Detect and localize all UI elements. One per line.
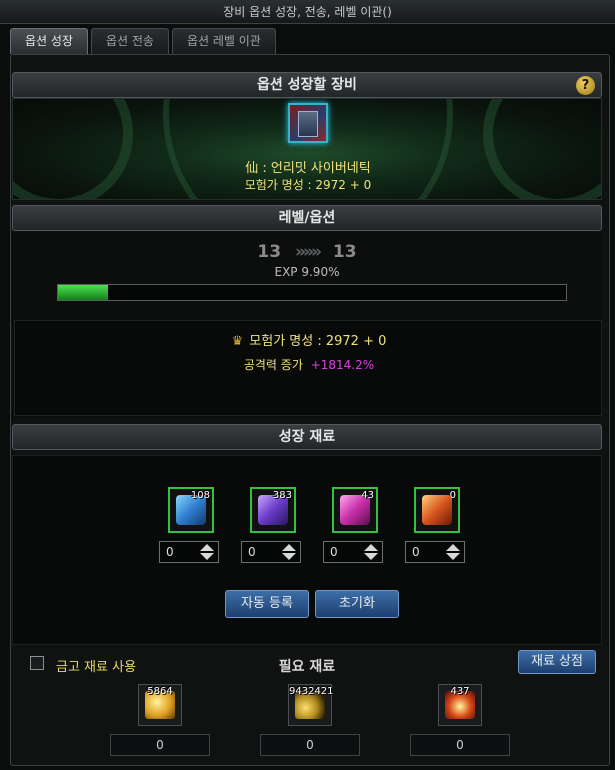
exp-text: EXP 9.90% [274, 265, 340, 279]
material-icon-frame[interactable]: 0 [414, 487, 460, 533]
equip-item-slot[interactable] [288, 103, 328, 143]
equip-fame: 모험가 명성 : 2972 + 0 [244, 178, 372, 192]
quantity-stepper[interactable]: 0 [241, 541, 301, 563]
stepper-value: 0 [330, 545, 338, 559]
required-count: 437 [450, 686, 470, 697]
materials-section-header: 성장 재료 [12, 424, 602, 450]
material-count: 383 [272, 490, 292, 501]
required-count: 9432421 [289, 686, 334, 697]
material-slot: 43 [325, 487, 385, 533]
required-materials-title: 필요 재료 [278, 659, 336, 675]
tab-option-level-transfer[interactable]: 옵션 레벨 이관 [171, 28, 276, 54]
level-section-header: 레벨/옵션 [12, 205, 602, 231]
required-value: 0 [110, 734, 210, 756]
equip-item-name: 仙 : 언리밋 사이버네틱 [245, 161, 371, 176]
required-icon-frame[interactable]: 437 [438, 684, 482, 726]
stepper-up-icon[interactable] [364, 544, 378, 551]
material-shop-button[interactable]: 재료 상점 [518, 650, 596, 674]
material-count: 108 [190, 490, 210, 501]
stepper-value: 0 [166, 545, 174, 559]
auto-register-button[interactable]: 자동 등록 [225, 590, 309, 618]
materials-area: 108 0 383 0 43 0 0 0 자동 등록 초기화 [12, 455, 602, 645]
required-material: 5864 0 [110, 684, 210, 756]
stepper-down-icon[interactable] [446, 553, 460, 560]
required-count: 5864 [147, 686, 173, 697]
stepper-up-icon[interactable] [200, 544, 214, 551]
stepper-down-icon[interactable] [282, 553, 296, 560]
help-icon[interactable]: ? [576, 76, 595, 95]
exp-bar [57, 284, 567, 301]
equip-section-header: 옵션 성장할 장비 ? [12, 72, 602, 98]
stepper-up-icon[interactable] [282, 544, 296, 551]
arrow-right-icon: »»» [295, 242, 322, 262]
fame-crown-icon: ♛ [231, 334, 244, 349]
stepper-value: 0 [412, 545, 420, 559]
material-count: 43 [361, 490, 374, 501]
equip-display: 仙 : 언리밋 사이버네틱 모험가 명성 : 2972 + 0 [12, 98, 602, 200]
attack-value: +1814.2% [310, 358, 375, 372]
required-icon-frame[interactable]: 9432421 [288, 684, 334, 726]
stepper-down-icon[interactable] [364, 553, 378, 560]
stat-box: ♛ 모험가 명성 : 2972 + 0 공격력 증가 +1814.2% [14, 320, 602, 416]
material-slot: 0 [407, 487, 467, 533]
material-slot: 383 [243, 487, 303, 533]
level-from: 13 [257, 242, 282, 262]
material-icon-frame[interactable]: 383 [250, 487, 296, 533]
material-slot: 108 [161, 487, 221, 533]
level-row: 13 »»» 13 [12, 242, 602, 262]
stat-attack-row: 공격력 증가 +1814.2% [15, 356, 603, 373]
orange-crystal-icon [422, 495, 452, 525]
stepper-up-icon[interactable] [446, 544, 460, 551]
quantity-stepper[interactable]: 0 [159, 541, 219, 563]
tab-option-growth[interactable]: 옵션 성장 [10, 28, 88, 54]
required-value: 0 [260, 734, 360, 756]
stepper-value: 0 [248, 545, 256, 559]
exp-bar-fill [58, 285, 109, 300]
tab-bar: 옵션 성장 옵션 전송 옵션 레벨 이관 [10, 28, 276, 54]
stat-fame-text: 모험가 명성 : 2972 + 0 [249, 334, 387, 349]
required-material: 437 0 [410, 684, 510, 756]
required-icon-frame[interactable]: 5864 [138, 684, 182, 726]
stat-fame-row: ♛ 모험가 명성 : 2972 + 0 [15, 330, 603, 349]
window-title: 장비 옵션 성장, 전송, 레벨 이관() [0, 0, 615, 24]
equip-section-title: 옵션 성장할 장비 [257, 77, 357, 93]
quantity-stepper[interactable]: 0 [323, 541, 383, 563]
material-icon-frame[interactable]: 43 [332, 487, 378, 533]
stepper-down-icon[interactable] [200, 553, 214, 560]
required-materials-header: 금고 재료 사용 필요 재료 재료 상점 [12, 650, 602, 678]
quantity-stepper[interactable]: 0 [405, 541, 465, 563]
required-value: 0 [410, 734, 510, 756]
required-material: 9432421 0 [260, 684, 360, 756]
material-icon-frame[interactable]: 108 [168, 487, 214, 533]
tab-option-transfer[interactable]: 옵션 전송 [90, 28, 169, 54]
reset-button[interactable]: 초기화 [315, 590, 399, 618]
material-count: 0 [449, 490, 456, 501]
level-to: 13 [332, 242, 357, 262]
attack-label: 공격력 증가 [243, 358, 303, 372]
robot-armor-icon [298, 111, 318, 137]
